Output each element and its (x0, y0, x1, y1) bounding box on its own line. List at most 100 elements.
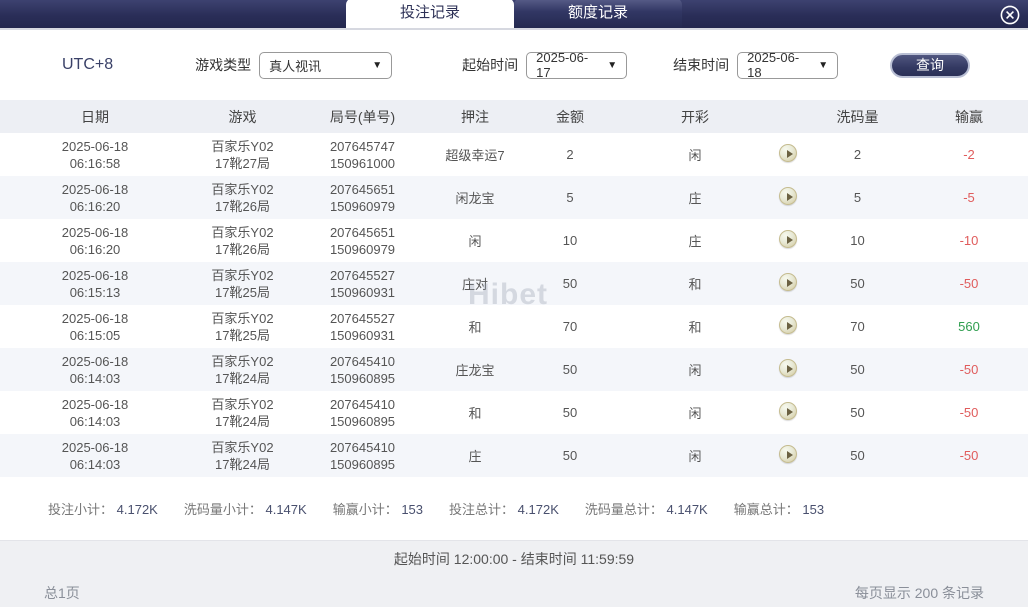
cell-bet-type: 和 (468, 320, 482, 335)
table-row: 2025-06-18 06:16:20 百家乐Y02 17靴26局 207645… (0, 176, 1028, 219)
cell-play (770, 262, 805, 305)
tab-quota-records[interactable]: 额度记录 (514, 0, 682, 28)
table-row: 2025-06-18 06:14:03 百家乐Y02 17靴24局 207645… (0, 391, 1028, 434)
cell-amount: 2 (566, 147, 574, 162)
play-icon (786, 365, 793, 373)
cell-wash-amount: 5 (853, 190, 862, 205)
timezone-label: UTC+8 (62, 56, 114, 73)
query-button[interactable]: 查询 (890, 52, 970, 78)
time-range-note: 起始时间 12:00:00 - 结束时间 11:59:59 (393, 551, 635, 567)
end-time-value: 2025-06-18 (747, 50, 800, 80)
cell-round: 207645651 150960979 (329, 181, 396, 214)
game-type-select[interactable]: 真人视讯 ▼ (259, 51, 393, 79)
cell-date: 2025-06-18 06:16:20 (61, 224, 129, 257)
cell-round: 207645410 150960895 (329, 396, 396, 429)
footer: 起始时间 12:00:00 - 结束时间 11:59:59 总1页 每页显示 2… (0, 540, 1028, 607)
cell-bet-type: 闲 (468, 234, 482, 249)
chevron-down-icon: ▼ (818, 59, 829, 71)
cell-round: 207645747 150961000 (329, 138, 396, 171)
play-icon (786, 150, 793, 158)
cell-win-loss: -50 (959, 405, 979, 420)
header-winloss: 输赢 (910, 100, 1028, 133)
play-replay-button[interactable] (778, 230, 797, 248)
chevron-down-icon: ▼ (372, 59, 383, 71)
summary-item: 洗码量总计： 4.147K (584, 502, 708, 517)
cell-amount: 5 (566, 190, 574, 205)
play-replay-button[interactable] (778, 273, 797, 291)
cell-amount: 50 (562, 405, 578, 420)
cell-date: 2025-06-18 06:16:58 (61, 138, 129, 171)
header-amount: 金额 (520, 100, 620, 133)
cell-bet-type: 庄龙宝 (455, 363, 495, 378)
cell-win-loss: 560 (958, 319, 980, 334)
cell-wash-amount: 50 (850, 448, 865, 463)
cell-date: 2025-06-18 06:14:03 (61, 396, 129, 429)
cell-game: 百家乐Y02 17靴24局 (211, 353, 274, 386)
cell-game: 百家乐Y02 17靴27局 (211, 138, 274, 171)
cell-win-loss: -50 (959, 276, 979, 291)
cell-win-loss: -50 (959, 448, 979, 463)
cell-result: 闲 (688, 449, 702, 464)
cell-result: 庄 (688, 234, 702, 249)
cell-game: 百家乐Y02 17靴26局 (211, 181, 274, 214)
cell-amount: 50 (562, 448, 578, 463)
cell-win-loss: -2 (963, 147, 975, 162)
header-play (770, 100, 805, 133)
summary-item: 投注总计： 4.172K (449, 502, 559, 517)
end-time-label: 结束时间 (673, 57, 730, 73)
play-replay-button[interactable] (778, 187, 797, 205)
cell-bet-type: 闲龙宝 (455, 191, 495, 206)
start-time-select[interactable]: 2025-06-17 ▼ (526, 50, 628, 80)
header-game: 游戏 (190, 100, 295, 133)
play-replay-button[interactable] (778, 144, 797, 162)
summary-item: 洗码量小计： 4.147K (183, 502, 307, 517)
cell-amount: 50 (562, 362, 578, 377)
cell-round: 207645651 150960979 (329, 224, 396, 257)
cell-result: 和 (688, 277, 702, 292)
play-replay-button[interactable] (778, 359, 797, 377)
cell-round: 207645410 150960895 (329, 353, 396, 386)
cell-win-loss: -5 (963, 190, 975, 205)
summary-item: 投注小计： 4.172K (48, 502, 158, 517)
table-row: 2025-06-18 06:14:03 百家乐Y02 17靴24局 207645… (0, 434, 1028, 477)
play-replay-button[interactable] (778, 445, 797, 463)
play-icon (786, 322, 793, 330)
cell-wash-amount: 10 (850, 233, 865, 248)
tab-bet-records[interactable]: 投注记录 (346, 0, 514, 28)
cell-round: 207645410 150960895 (329, 439, 396, 472)
filter-bar: UTC+8 游戏类型 真人视讯 ▼ 起始时间 2025-06-17 ▼ 结束时间… (0, 30, 1028, 100)
cell-date: 2025-06-18 06:15:13 (61, 267, 129, 300)
header-date: 日期 (0, 100, 190, 133)
cell-date: 2025-06-18 06:14:03 (61, 439, 129, 472)
play-replay-button[interactable] (778, 402, 797, 420)
cell-date: 2025-06-18 06:16:20 (61, 181, 129, 214)
play-replay-button[interactable] (778, 316, 797, 334)
window-titlebar: 投注记录 额度记录 (0, 0, 1028, 30)
cell-wash-amount: 50 (850, 362, 865, 377)
cell-result: 和 (688, 320, 702, 335)
summary-item: 输赢小计： 153 (332, 502, 424, 517)
cell-bet-type: 庄 (468, 449, 482, 464)
table-row: 2025-06-18 06:14:03 百家乐Y02 17靴24局 207645… (0, 348, 1028, 391)
table-row: 2025-06-18 06:15:05 百家乐Y02 17靴25局 207645… (0, 305, 1028, 348)
cell-game: 百家乐Y02 17靴25局 (211, 267, 274, 300)
close-icon[interactable] (998, 3, 1021, 26)
end-time-select[interactable]: 2025-06-18 ▼ (737, 50, 839, 80)
header-wash: 洗码量 (805, 100, 910, 133)
cell-play (770, 434, 805, 477)
cell-game: 百家乐Y02 17靴24局 (211, 396, 274, 429)
cell-bet-type: 超级幸运7 (445, 148, 505, 163)
cell-game: 百家乐Y02 17靴26局 (211, 224, 274, 257)
cell-amount: 50 (562, 276, 578, 291)
start-time-label: 起始时间 (462, 57, 519, 73)
game-type-label: 游戏类型 (195, 57, 252, 73)
cell-round: 207645527 150960931 (329, 310, 396, 343)
totals-summary: 投注小计： 4.172K 洗码量小计： 4.147K 输赢小计： 153 投注总计：… (0, 477, 1028, 537)
cell-wash-amount: 70 (850, 319, 865, 334)
play-icon (786, 408, 793, 416)
cell-result: 闲 (688, 148, 702, 163)
cell-play (770, 391, 805, 434)
play-icon (786, 236, 793, 244)
cell-play (770, 219, 805, 262)
cell-amount: 10 (562, 233, 578, 248)
